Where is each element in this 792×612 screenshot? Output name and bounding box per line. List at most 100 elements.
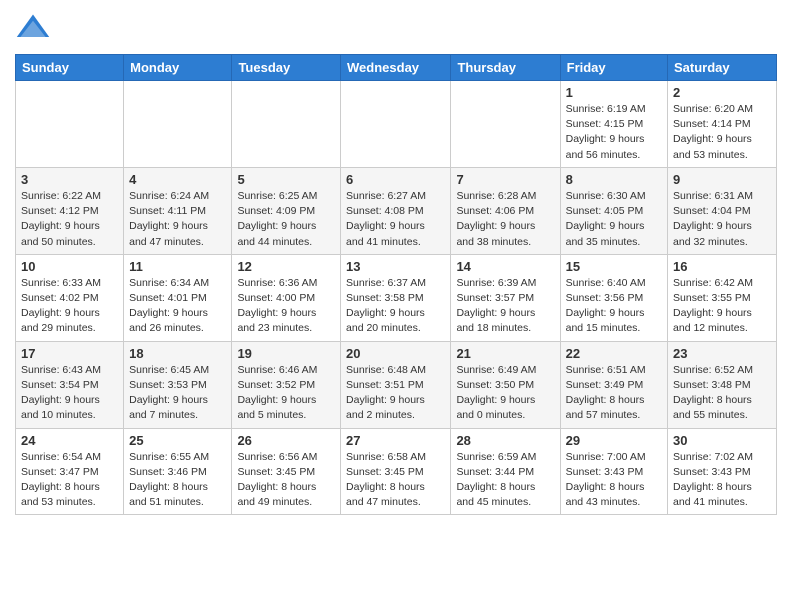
day-number: 12 [237, 259, 335, 274]
day-number: 21 [456, 346, 554, 361]
calendar-cell: 19 Sunrise: 6:46 AM Sunset: 3:52 PM Dayli… [232, 341, 341, 428]
calendar-cell: 18 Sunrise: 6:45 AM Sunset: 3:53 PM Dayli… [124, 341, 232, 428]
day-info: Sunrise: 6:36 AM Sunset: 4:00 PM Dayligh… [237, 276, 335, 337]
calendar-cell: 22 Sunrise: 6:51 AM Sunset: 3:49 PM Dayli… [560, 341, 667, 428]
calendar-cell: 30 Sunrise: 7:02 AM Sunset: 3:43 PM Dayli… [668, 428, 777, 515]
day-of-week-header: Saturday [668, 55, 777, 81]
calendar-cell: 3 Sunrise: 6:22 AM Sunset: 4:12 PM Daylig… [16, 167, 124, 254]
day-number: 27 [346, 433, 445, 448]
day-of-week-header: Monday [124, 55, 232, 81]
day-number: 23 [673, 346, 771, 361]
calendar-week-row: 17 Sunrise: 6:43 AM Sunset: 3:54 PM Dayli… [16, 341, 777, 428]
day-info: Sunrise: 6:31 AM Sunset: 4:04 PM Dayligh… [673, 189, 771, 250]
calendar-week-row: 10 Sunrise: 6:33 AM Sunset: 4:02 PM Dayli… [16, 254, 777, 341]
calendar-cell: 13 Sunrise: 6:37 AM Sunset: 3:58 PM Dayli… [341, 254, 451, 341]
day-number: 10 [21, 259, 118, 274]
day-info: Sunrise: 6:25 AM Sunset: 4:09 PM Dayligh… [237, 189, 335, 250]
day-number: 14 [456, 259, 554, 274]
day-number: 1 [566, 85, 662, 100]
day-number: 7 [456, 172, 554, 187]
day-number: 16 [673, 259, 771, 274]
day-number: 25 [129, 433, 226, 448]
day-info: Sunrise: 6:42 AM Sunset: 3:55 PM Dayligh… [673, 276, 771, 337]
day-number: 29 [566, 433, 662, 448]
day-number: 8 [566, 172, 662, 187]
day-number: 18 [129, 346, 226, 361]
calendar-table: SundayMondayTuesdayWednesdayThursdayFrid… [15, 54, 777, 515]
calendar-cell: 8 Sunrise: 6:30 AM Sunset: 4:05 PM Daylig… [560, 167, 667, 254]
day-info: Sunrise: 6:48 AM Sunset: 3:51 PM Dayligh… [346, 363, 445, 424]
day-info: Sunrise: 6:24 AM Sunset: 4:11 PM Dayligh… [129, 189, 226, 250]
calendar-cell: 27 Sunrise: 6:58 AM Sunset: 3:45 PM Dayli… [341, 428, 451, 515]
day-number: 15 [566, 259, 662, 274]
day-number: 24 [21, 433, 118, 448]
calendar-cell: 6 Sunrise: 6:27 AM Sunset: 4:08 PM Daylig… [341, 167, 451, 254]
day-info: Sunrise: 6:59 AM Sunset: 3:44 PM Dayligh… [456, 450, 554, 511]
calendar-cell [341, 81, 451, 168]
day-info: Sunrise: 6:20 AM Sunset: 4:14 PM Dayligh… [673, 102, 771, 163]
logo-icon [15, 10, 51, 46]
day-of-week-header: Friday [560, 55, 667, 81]
day-info: Sunrise: 6:55 AM Sunset: 3:46 PM Dayligh… [129, 450, 226, 511]
calendar-header-row: SundayMondayTuesdayWednesdayThursdayFrid… [16, 55, 777, 81]
day-number: 4 [129, 172, 226, 187]
day-info: Sunrise: 6:43 AM Sunset: 3:54 PM Dayligh… [21, 363, 118, 424]
calendar-cell: 21 Sunrise: 6:49 AM Sunset: 3:50 PM Dayli… [451, 341, 560, 428]
day-of-week-header: Sunday [16, 55, 124, 81]
day-info: Sunrise: 6:19 AM Sunset: 4:15 PM Dayligh… [566, 102, 662, 163]
day-info: Sunrise: 6:56 AM Sunset: 3:45 PM Dayligh… [237, 450, 335, 511]
calendar-cell: 7 Sunrise: 6:28 AM Sunset: 4:06 PM Daylig… [451, 167, 560, 254]
day-number: 30 [673, 433, 771, 448]
day-info: Sunrise: 6:51 AM Sunset: 3:49 PM Dayligh… [566, 363, 662, 424]
calendar-cell: 29 Sunrise: 7:00 AM Sunset: 3:43 PM Dayli… [560, 428, 667, 515]
calendar-cell [124, 81, 232, 168]
day-info: Sunrise: 6:28 AM Sunset: 4:06 PM Dayligh… [456, 189, 554, 250]
calendar-cell: 1 Sunrise: 6:19 AM Sunset: 4:15 PM Daylig… [560, 81, 667, 168]
day-number: 22 [566, 346, 662, 361]
day-info: Sunrise: 6:46 AM Sunset: 3:52 PM Dayligh… [237, 363, 335, 424]
calendar-cell: 14 Sunrise: 6:39 AM Sunset: 3:57 PM Dayli… [451, 254, 560, 341]
calendar-cell: 20Sunrise: 6:48 AM Sunset: 3:51 PM Dayli… [341, 341, 451, 428]
calendar-cell: 9Sunrise: 6:31 AM Sunset: 4:04 PM Daylig… [668, 167, 777, 254]
day-info: Sunrise: 6:58 AM Sunset: 3:45 PM Dayligh… [346, 450, 445, 511]
day-info: Sunrise: 6:27 AM Sunset: 4:08 PM Dayligh… [346, 189, 445, 250]
calendar-cell: 10 Sunrise: 6:33 AM Sunset: 4:02 PM Dayli… [16, 254, 124, 341]
day-number: 17 [21, 346, 118, 361]
calendar-cell: 12 Sunrise: 6:36 AM Sunset: 4:00 PM Dayli… [232, 254, 341, 341]
calendar-cell [16, 81, 124, 168]
day-number: 13 [346, 259, 445, 274]
day-number: 11 [129, 259, 226, 274]
day-info: Sunrise: 6:52 AM Sunset: 3:48 PM Dayligh… [673, 363, 771, 424]
day-info: Sunrise: 7:02 AM Sunset: 3:43 PM Dayligh… [673, 450, 771, 511]
day-of-week-header: Tuesday [232, 55, 341, 81]
day-info: Sunrise: 6:34 AM Sunset: 4:01 PM Dayligh… [129, 276, 226, 337]
calendar-cell: 11 Sunrise: 6:34 AM Sunset: 4:01 PM Dayli… [124, 254, 232, 341]
calendar-cell: 25 Sunrise: 6:55 AM Sunset: 3:46 PM Dayli… [124, 428, 232, 515]
day-info: Sunrise: 6:49 AM Sunset: 3:50 PM Dayligh… [456, 363, 554, 424]
day-info: Sunrise: 6:22 AM Sunset: 4:12 PM Dayligh… [21, 189, 118, 250]
calendar-cell [232, 81, 341, 168]
calendar-cell: 28 Sunrise: 6:59 AM Sunset: 3:44 PM Dayli… [451, 428, 560, 515]
day-number: 3 [21, 172, 118, 187]
calendar-cell: 15Sunrise: 6:40 AM Sunset: 3:56 PM Dayli… [560, 254, 667, 341]
day-info: Sunrise: 7:00 AM Sunset: 3:43 PM Dayligh… [566, 450, 662, 511]
day-info: Sunrise: 6:37 AM Sunset: 3:58 PM Dayligh… [346, 276, 445, 337]
day-number: 28 [456, 433, 554, 448]
calendar-cell: 2 Sunrise: 6:20 AM Sunset: 4:14 PM Daylig… [668, 81, 777, 168]
day-number: 19 [237, 346, 335, 361]
day-info: Sunrise: 6:45 AM Sunset: 3:53 PM Dayligh… [129, 363, 226, 424]
calendar-cell: 17 Sunrise: 6:43 AM Sunset: 3:54 PM Dayli… [16, 341, 124, 428]
day-number: 2 [673, 85, 771, 100]
calendar-cell: 5Sunrise: 6:25 AM Sunset: 4:09 PM Daylig… [232, 167, 341, 254]
day-info: Sunrise: 6:30 AM Sunset: 4:05 PM Dayligh… [566, 189, 662, 250]
day-info: Sunrise: 6:54 AM Sunset: 3:47 PM Dayligh… [21, 450, 118, 511]
day-number: 6 [346, 172, 445, 187]
calendar-week-row: 1 Sunrise: 6:19 AM Sunset: 4:15 PM Daylig… [16, 81, 777, 168]
calendar-cell [451, 81, 560, 168]
day-info: Sunrise: 6:33 AM Sunset: 4:02 PM Dayligh… [21, 276, 118, 337]
day-of-week-header: Thursday [451, 55, 560, 81]
calendar-cell: 26 Sunrise: 6:56 AM Sunset: 3:45 PM Dayli… [232, 428, 341, 515]
calendar-week-row: 24 Sunrise: 6:54 AM Sunset: 3:47 PM Dayli… [16, 428, 777, 515]
day-info: Sunrise: 6:39 AM Sunset: 3:57 PM Dayligh… [456, 276, 554, 337]
day-number: 26 [237, 433, 335, 448]
